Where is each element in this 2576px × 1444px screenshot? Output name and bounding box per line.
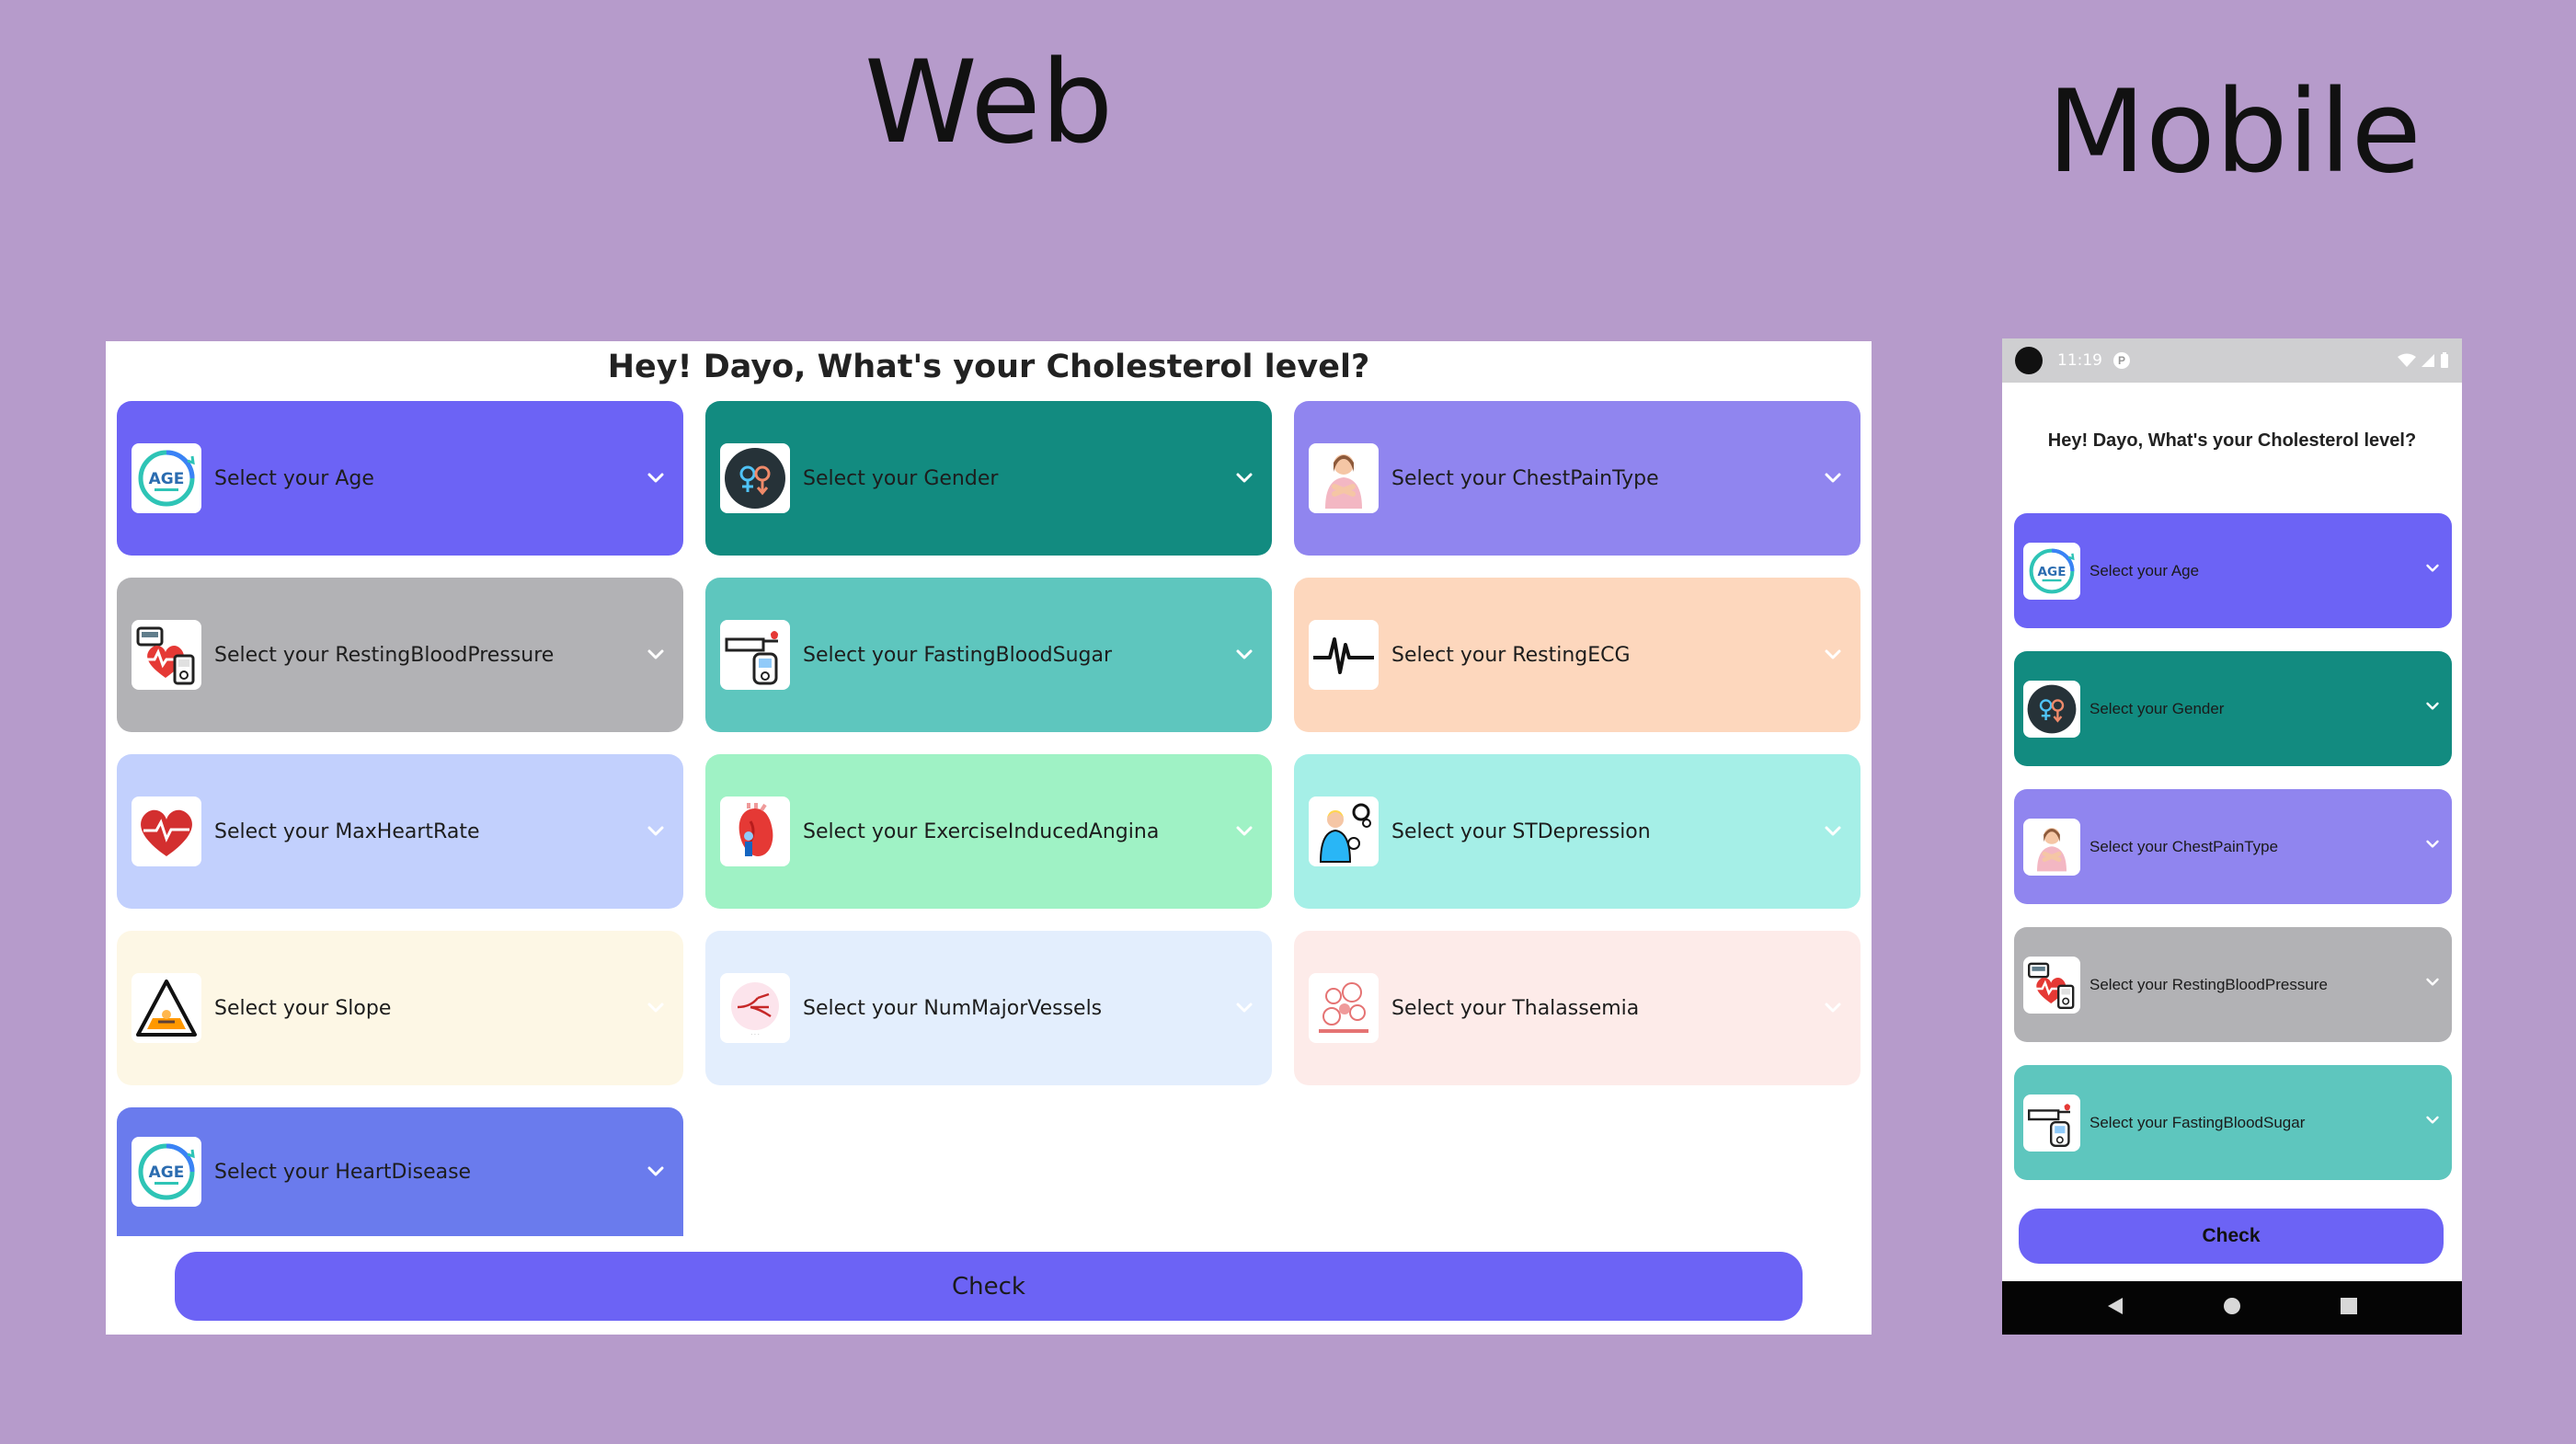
status-time: 11:19 <box>2057 351 2102 370</box>
check-button[interactable]: Check <box>2019 1209 2444 1264</box>
vessels-icon: · · · <box>720 973 790 1043</box>
svg-text:AGE: AGE <box>2038 564 2067 579</box>
thalassemia-dropdown[interactable]: Select your Thalassemia <box>1294 931 1860 1085</box>
chevron-down-icon <box>643 819 669 844</box>
mobile-heading: Mobile <box>2047 66 2421 199</box>
chevron-down-icon <box>2422 696 2443 721</box>
notification-icon: P <box>2113 352 2130 369</box>
fasting-blood-sugar-dropdown[interactable]: Select your FastingBloodSugar <box>705 578 1272 732</box>
dropdown-label: Select your RestingBloodPressure <box>214 643 555 667</box>
chest-pain-icon <box>1309 443 1379 513</box>
dropdown-label: Select your Gender <box>803 466 999 490</box>
age-icon: AGE <box>132 443 201 513</box>
dropdown-label: Select your STDepression <box>1391 819 1651 843</box>
status-bar: 11:19 P <box>2002 338 2462 383</box>
chevron-down-icon <box>2422 558 2443 583</box>
chevron-down-icon <box>2422 972 2443 997</box>
st-depression-icon <box>1309 796 1379 866</box>
svg-text:AGE: AGE <box>149 1163 185 1182</box>
dropdown-label: Select your FastingBloodSugar <box>803 643 1113 667</box>
age-dropdown[interactable]: AGE Select your Age <box>117 401 683 556</box>
ecg-icon <box>1309 620 1379 690</box>
battery-icon <box>2441 352 2448 368</box>
gender-dropdown[interactable]: Select your Gender <box>705 401 1272 556</box>
dropdown-label: Select your FastingBloodSugar <box>2089 1113 2306 1131</box>
age-dropdown[interactable]: AGE Select your Age <box>2014 513 2452 628</box>
svg-text:· · ·: · · · <box>750 1032 760 1038</box>
web-screen: Hey! Dayo, What's your Cholesterol level… <box>106 341 1872 1335</box>
st-depression-dropdown[interactable]: Select your STDepression <box>1294 754 1860 909</box>
resting-blood-pressure-dropdown[interactable]: Select your RestingBloodPressure <box>117 578 683 732</box>
age-icon: AGE <box>132 1137 201 1207</box>
slope-icon <box>132 973 201 1043</box>
gender-dropdown[interactable]: Select your Gender <box>2014 651 2452 766</box>
fasting-blood-sugar-dropdown[interactable]: Select your FastingBloodSugar <box>2014 1065 2452 1180</box>
dropdown-label: Select your ExerciseInducedAngina <box>803 819 1160 843</box>
slope-dropdown[interactable]: Select your Slope <box>117 931 683 1085</box>
page-title: Hey! Dayo, What's your Cholesterol level… <box>607 349 1370 385</box>
blood-sugar-icon <box>2023 1094 2080 1152</box>
dropdown-label: Select your NumMajorVessels <box>803 996 1103 1020</box>
check-button[interactable]: Check <box>175 1252 1803 1321</box>
mobile-screen: 11:19 P Hey! Dayo, What's your Cholester… <box>2002 338 2462 1335</box>
resting-ecg-dropdown[interactable]: Select your RestingECG <box>1294 578 1860 732</box>
signal-icon <box>2421 354 2434 367</box>
chevron-down-icon <box>2422 834 2443 859</box>
dropdown-label: Select your Thalassemia <box>1391 996 1640 1020</box>
chest-pain-type-dropdown[interactable]: Select your ChestPainType <box>2014 789 2452 904</box>
heart-rate-icon <box>132 796 201 866</box>
max-heart-rate-dropdown[interactable]: Select your MaxHeartRate <box>117 754 683 909</box>
status-icons <box>2398 352 2449 369</box>
chevron-down-icon <box>1231 465 1257 491</box>
chevron-down-icon <box>1820 995 1846 1021</box>
camera-cutout <box>2015 347 2043 374</box>
chevron-down-icon <box>643 995 669 1021</box>
navigation-bar <box>2002 1281 2462 1335</box>
num-major-vessels-dropdown[interactable]: · · · Select your NumMajorVessels <box>705 931 1272 1085</box>
resting-blood-pressure-dropdown[interactable]: Select your RestingBloodPressure <box>2014 927 2452 1042</box>
blood-pressure-icon <box>2023 956 2080 1014</box>
recents-icon[interactable] <box>2340 1297 2358 1320</box>
chevron-down-icon <box>1820 642 1846 668</box>
dropdown-label: Select your Slope <box>214 996 392 1020</box>
gender-icon <box>2023 680 2080 738</box>
chevron-down-icon <box>1231 995 1257 1021</box>
exercise-induced-angina-dropdown[interactable]: Select your ExerciseInducedAngina <box>705 754 1272 909</box>
page-title: Hey! Dayo, What's your Cholesterol level… <box>2047 430 2417 451</box>
wifi-icon <box>2398 353 2416 367</box>
dropdown-label: Select your ChestPainType <box>2089 837 2279 855</box>
back-icon[interactable] <box>2106 1296 2124 1321</box>
chevron-down-icon <box>1231 642 1257 668</box>
dropdown-label: Select your Age <box>214 466 374 490</box>
angina-icon <box>720 796 790 866</box>
dropdown-label: Select your RestingBloodPressure <box>2089 975 2328 993</box>
blood-pressure-icon <box>132 620 201 690</box>
thalassemia-icon <box>1309 973 1379 1043</box>
home-icon[interactable] <box>2223 1297 2241 1320</box>
dropdown-label: Select your ChestPainType <box>1391 466 1659 490</box>
age-icon: AGE <box>2023 542 2080 600</box>
chevron-down-icon <box>1820 465 1846 491</box>
web-heading: Web <box>864 37 1114 169</box>
chevron-down-icon <box>2422 1110 2443 1135</box>
chevron-down-icon <box>643 1159 669 1185</box>
chevron-down-icon <box>1231 819 1257 844</box>
chevron-down-icon <box>643 465 669 491</box>
dropdown-label: Select your RestingECG <box>1391 643 1631 667</box>
chest-pain-icon <box>2023 818 2080 876</box>
heart-disease-dropdown[interactable]: AGE Select your HeartDisease <box>117 1107 683 1236</box>
blood-sugar-icon <box>720 620 790 690</box>
dropdown-label: Select your Gender <box>2089 699 2225 717</box>
dropdown-label: Select your MaxHeartRate <box>214 819 480 843</box>
svg-text:AGE: AGE <box>149 470 185 488</box>
chevron-down-icon <box>643 642 669 668</box>
dropdown-label: Select your HeartDisease <box>214 1160 472 1184</box>
chevron-down-icon <box>1820 819 1846 844</box>
gender-icon <box>720 443 790 513</box>
chest-pain-type-dropdown[interactable]: Select your ChestPainType <box>1294 401 1860 556</box>
dropdown-label: Select your Age <box>2089 561 2200 579</box>
